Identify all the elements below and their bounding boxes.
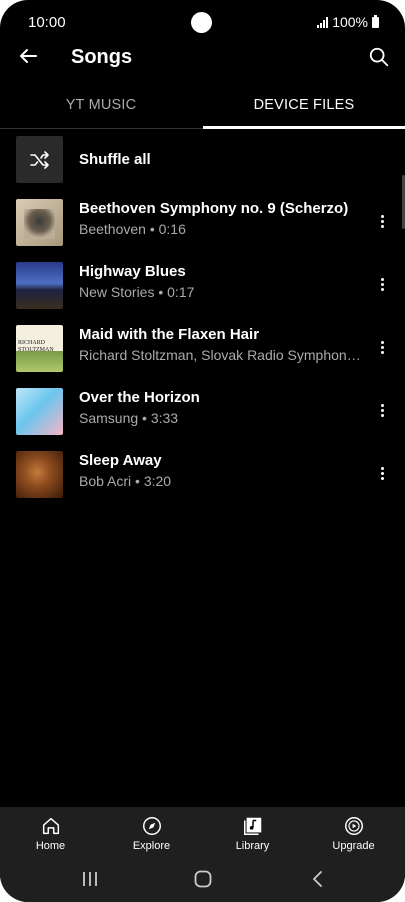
more-options-icon[interactable]	[377, 276, 387, 296]
song-title: Beethoven Symphony no. 9 (Scherzo)	[79, 200, 349, 217]
album-art	[16, 199, 63, 246]
song-row[interactable]: RICHARD STOLTZMAN Maid with the Flaxen H…	[0, 325, 405, 388]
nav-home-label: Home	[35, 840, 66, 852]
library-icon	[243, 817, 261, 835]
shuffle-thumb	[16, 136, 63, 183]
nav-upgrade[interactable]: Upgrade	[303, 807, 404, 859]
album-art	[16, 388, 63, 435]
nav-library[interactable]: Library	[202, 807, 303, 859]
album-art	[16, 451, 63, 498]
more-options-icon[interactable]	[377, 339, 387, 359]
back-arrow-icon[interactable]	[16, 44, 40, 68]
more-options-icon[interactable]	[377, 402, 387, 422]
signal-icon	[317, 16, 329, 28]
nav-explore[interactable]: Explore	[101, 807, 202, 859]
phone-screen: 10:00 100% Songs YT MUSIC DEVICE FILES S…	[0, 0, 405, 902]
tab-device-files-label: DEVICE FILES	[253, 97, 355, 113]
song-list: Shuffle all Beethoven Symphony no. 9 (Sc…	[0, 136, 405, 514]
nav-upgrade-label: Upgrade	[332, 840, 375, 852]
upgrade-icon	[344, 817, 363, 835]
bottom-navigation: Home Explore Library Upgrade	[0, 807, 405, 859]
tab-active-indicator	[203, 126, 405, 129]
tab-yt-music[interactable]: YT MUSIC	[0, 82, 202, 128]
home-button-icon[interactable]	[193, 869, 213, 889]
song-row[interactable]: Over the Horizon Samsung • 3:33	[0, 388, 405, 451]
song-row[interactable]: Highway Blues New Stories • 0:17	[0, 262, 405, 325]
song-subtitle: New Stories • 0:17	[79, 284, 195, 300]
song-title: Over the Horizon	[79, 389, 200, 406]
shuffle-all-label: Shuffle all	[79, 151, 151, 168]
song-subtitle: Samsung • 3:33	[79, 410, 179, 426]
back-icon[interactable]	[308, 869, 328, 889]
song-subtitle: Richard Stoltzman, Slovak Radio Symphony…	[79, 347, 365, 363]
tab-bar: YT MUSIC DEVICE FILES	[0, 82, 405, 129]
camera-cutout	[191, 12, 212, 33]
recents-icon[interactable]	[80, 869, 100, 889]
album-art	[16, 262, 63, 309]
song-row[interactable]: Sleep Away Bob Acri • 3:20	[0, 451, 405, 514]
song-title: Sleep Away	[79, 452, 162, 469]
app-header: Songs	[0, 38, 405, 78]
battery-percent: 100%	[332, 14, 368, 30]
home-icon	[42, 817, 59, 835]
nav-explore-label: Explore	[132, 840, 171, 852]
status-right: 100%	[317, 14, 379, 30]
more-options-icon[interactable]	[377, 465, 387, 485]
shuffle-all-button[interactable]: Shuffle all	[0, 136, 405, 199]
album-art: RICHARD STOLTZMAN	[16, 325, 63, 372]
tab-device-files[interactable]: DEVICE FILES	[203, 82, 405, 129]
system-navigation-bar	[0, 859, 405, 902]
song-title: Maid with the Flaxen Hair	[79, 326, 260, 343]
song-subtitle: Beethoven • 0:16	[79, 221, 186, 237]
song-row[interactable]: Beethoven Symphony no. 9 (Scherzo) Beeth…	[0, 199, 405, 262]
album-art-text: RICHARD STOLTZMAN	[18, 340, 54, 353]
nav-home[interactable]: Home	[0, 807, 101, 859]
search-icon[interactable]	[368, 46, 390, 68]
more-options-icon[interactable]	[377, 213, 387, 233]
shuffle-icon	[29, 150, 49, 169]
nav-library-label: Library	[235, 840, 270, 852]
song-subtitle: Bob Acri • 3:20	[79, 473, 172, 489]
page-title: Songs	[71, 46, 133, 68]
status-time: 10:00	[28, 14, 66, 31]
battery-icon	[372, 14, 379, 28]
compass-icon	[142, 817, 161, 835]
song-title: Highway Blues	[79, 263, 186, 280]
